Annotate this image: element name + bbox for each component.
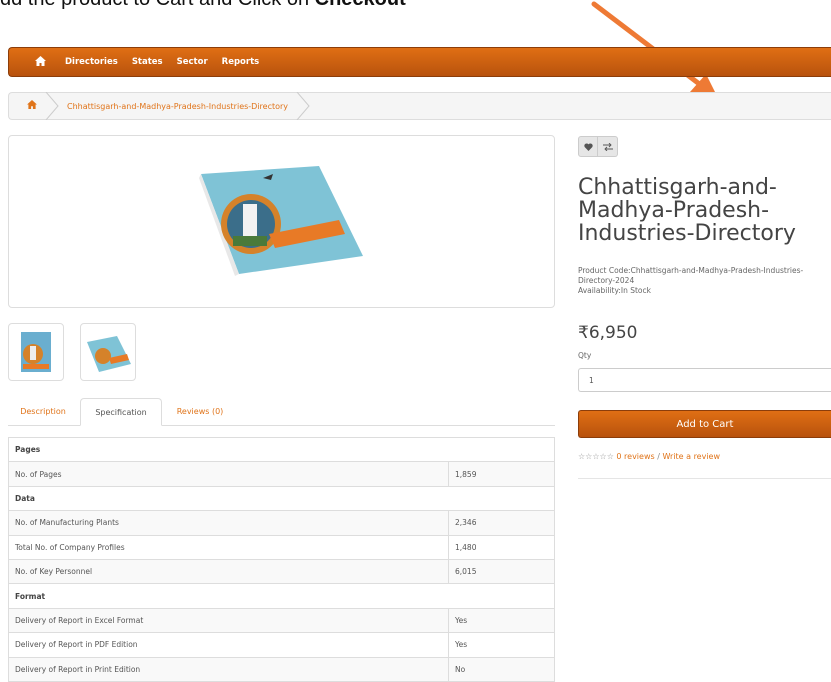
divider <box>578 478 831 479</box>
availability-status: In Stock <box>620 286 651 295</box>
nav-states[interactable]: States <box>132 57 163 67</box>
instruction-text: dd the product to Cart and Click on Chec… <box>0 0 406 11</box>
breadcrumb-separator <box>45 91 65 121</box>
nav-sector[interactable]: Sector <box>177 57 208 67</box>
product-info: Product Code:Chhattisgarh-and-Madhya-Pra… <box>578 266 804 295</box>
tab-specification[interactable]: Specification <box>80 398 162 426</box>
table-row: Pages <box>8 436 555 463</box>
star-icon: ☆☆☆☆☆ <box>578 452 614 461</box>
product-book-image[interactable] <box>199 164 365 276</box>
table-row: Data <box>8 485 555 512</box>
tab-reviews[interactable]: Reviews (0) <box>164 398 236 425</box>
nav-reports[interactable]: Reports <box>222 57 260 67</box>
top-navbar: Directories States Sector Reports <box>8 47 831 77</box>
product-price: ₹6,950 <box>578 323 638 343</box>
wishlist-compare-group <box>578 136 618 157</box>
table-row: Delivery of Report in Excel Format Yes <box>8 607 555 634</box>
thumbnail-1[interactable] <box>8 323 64 381</box>
quantity-input[interactable]: 1 <box>578 368 831 392</box>
breadcrumb-home-icon[interactable] <box>27 100 37 112</box>
table-row: Total No. of Company Profiles 1,480 <box>8 534 555 560</box>
tab-description[interactable]: Description <box>8 398 78 425</box>
breadcrumb-link[interactable]: Chhattisgarh-and-Madhya-Pradesh-Industri… <box>67 102 288 111</box>
table-row: Delivery of Report in PDF Edition Yes <box>8 632 555 658</box>
heart-icon[interactable] <box>578 136 598 157</box>
specification-table: Pages No. of Pages 1,859 Data No. of Manu… <box>8 436 555 682</box>
compare-icon[interactable] <box>598 136 618 157</box>
rating-row: ☆☆☆☆☆ 0 reviews / Write a review <box>578 452 721 461</box>
breadcrumb: Chhattisgarh-and-Madhya-Pradesh-Industri… <box>8 91 831 121</box>
write-review-link[interactable]: Write a review <box>662 452 720 461</box>
product-title: Chhattisgarh-and-Madhya-Pradesh-Industri… <box>578 175 796 246</box>
table-row: Format <box>8 583 555 609</box>
breadcrumb-separator <box>296 91 316 121</box>
reviews-link[interactable]: 0 reviews <box>616 452 654 461</box>
table-row: No. of Key Personnel 6,015 <box>8 558 555 585</box>
nav-directories[interactable]: Directories <box>65 57 118 67</box>
table-row: Delivery of Report in Print Edition No <box>8 656 555 682</box>
add-to-cart-button[interactable]: Add to Cart <box>578 410 831 438</box>
qty-label: Qty <box>578 351 592 360</box>
table-row: No. of Manufacturing Plants 2,346 <box>8 510 555 536</box>
home-icon[interactable] <box>29 55 51 69</box>
table-row: No. of Pages 1,859 <box>8 461 555 487</box>
thumbnail-2[interactable] <box>80 323 136 381</box>
product-tabs: Description Specification Reviews (0) <box>8 398 555 426</box>
